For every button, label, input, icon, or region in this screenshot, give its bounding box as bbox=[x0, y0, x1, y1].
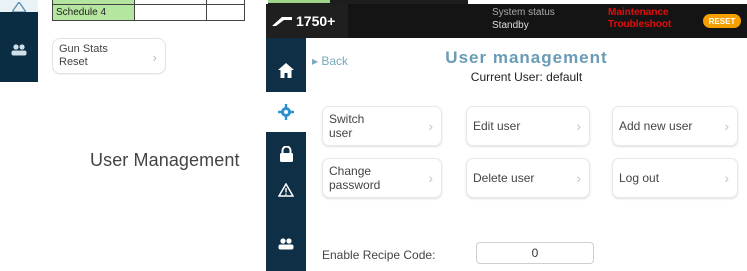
log-out-label: Log out bbox=[619, 171, 660, 185]
alarm-line2: Troubleshoot bbox=[608, 19, 672, 30]
alarm-text[interactable]: Maintenance Troubleshoot bbox=[608, 7, 671, 31]
chevron-right-icon: › bbox=[724, 118, 729, 134]
chevron-right-icon: › bbox=[428, 118, 433, 134]
gun-icon bbox=[272, 17, 292, 26]
sidebar-item-security[interactable] bbox=[266, 134, 306, 174]
table-row: Schedule 4 bbox=[52, 3, 245, 21]
delete-user-button[interactable]: Delete user › bbox=[466, 158, 590, 198]
system-status: System status Standby bbox=[492, 6, 555, 32]
home-icon bbox=[278, 62, 294, 78]
switch-user-button[interactable]: Switch user › bbox=[322, 106, 442, 146]
model-label: 1750+ bbox=[296, 13, 336, 29]
user-management-screen: 1750+ System status Standby Maintenance … bbox=[266, 4, 747, 271]
schedule-table: Schedule 4 bbox=[52, 0, 245, 21]
chevron-right-icon: › bbox=[428, 170, 433, 186]
add-new-user-button[interactable]: Add new user › bbox=[612, 106, 738, 146]
current-user-text: Current User: default bbox=[470, 70, 583, 84]
gear-icon bbox=[278, 104, 294, 120]
reset-button[interactable]: RESET bbox=[703, 14, 741, 28]
top-bar: 1750+ System status Standby Maintenance … bbox=[266, 4, 747, 38]
left-fragment: Schedule 4 Gun Stats Reset › bbox=[0, 0, 250, 82]
edit-user-label: Edit user bbox=[473, 119, 521, 133]
sidebar-item-home[interactable] bbox=[266, 50, 306, 90]
switch-user-label: Switch user bbox=[329, 112, 365, 140]
log-out-button[interactable]: Log out › bbox=[612, 158, 738, 198]
lock-icon bbox=[279, 146, 293, 162]
left-fragment-sidebar bbox=[0, 0, 38, 82]
chevron-right-icon: › bbox=[576, 170, 581, 186]
delete-user-label: Delete user bbox=[473, 171, 535, 185]
sidebar-item-alerts[interactable] bbox=[266, 170, 306, 210]
sidebar bbox=[266, 38, 306, 271]
warning-icon[interactable] bbox=[0, 0, 38, 12]
schedule-cell[interactable]: Schedule 4 bbox=[52, 3, 135, 21]
status-label: System status bbox=[492, 7, 555, 18]
gun-stats-reset-button[interactable]: Gun Stats Reset › bbox=[52, 38, 166, 74]
chevron-right-icon: › bbox=[576, 118, 581, 134]
sidebar-item-users[interactable] bbox=[266, 224, 306, 264]
chevron-right-icon: › bbox=[724, 170, 729, 186]
edit-user-button[interactable]: Edit user › bbox=[466, 106, 590, 146]
add-new-user-label: Add new user bbox=[619, 119, 693, 133]
recipe-code-label: Enable Recipe Code: bbox=[322, 248, 436, 262]
model-indicator: 1750+ bbox=[266, 4, 348, 38]
alarm-line1: Maintenance bbox=[608, 7, 669, 18]
status-value: Standby bbox=[492, 20, 529, 31]
chevron-right-icon: › bbox=[152, 50, 157, 65]
page-title: User management bbox=[445, 48, 608, 67]
users-icon bbox=[278, 238, 294, 250]
sidebar-item-settings[interactable] bbox=[266, 92, 306, 132]
main-content: ▸ Back User management Current User: def… bbox=[306, 38, 747, 271]
warning-icon bbox=[278, 183, 294, 197]
change-password-label: Change password bbox=[329, 164, 381, 192]
users-icon[interactable] bbox=[0, 36, 38, 64]
figure-caption: User Management bbox=[90, 150, 240, 170]
reset-label-line1: Gun Stats bbox=[59, 43, 108, 55]
reset-label-line2: Reset bbox=[59, 56, 88, 68]
schedule-strip bbox=[268, 0, 330, 3]
change-password-button[interactable]: Change password › bbox=[322, 158, 442, 198]
recipe-code-field[interactable]: 0 bbox=[476, 242, 594, 264]
